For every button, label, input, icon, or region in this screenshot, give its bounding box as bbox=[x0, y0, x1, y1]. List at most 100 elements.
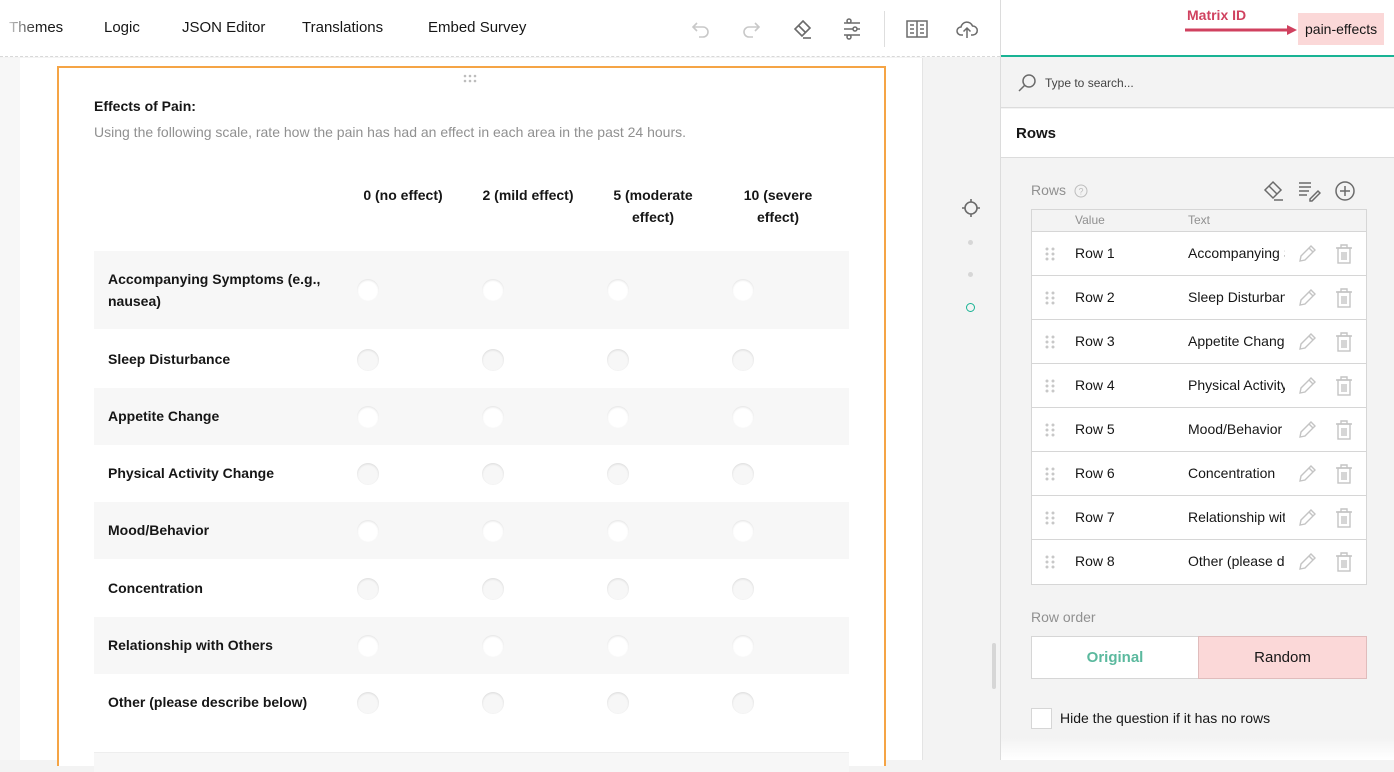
nav-dot-current[interactable] bbox=[966, 303, 975, 312]
row-text[interactable]: Mood/Behavior bbox=[1188, 421, 1285, 437]
radio-button[interactable] bbox=[732, 462, 754, 485]
search-input[interactable] bbox=[1045, 74, 1365, 92]
drag-handle-icon[interactable] bbox=[1044, 554, 1056, 570]
row-value[interactable]: Row 6 bbox=[1075, 465, 1115, 481]
radio-button[interactable] bbox=[357, 462, 379, 485]
delete-trash-icon[interactable] bbox=[1334, 331, 1354, 353]
hide-if-no-rows-checkbox[interactable] bbox=[1031, 708, 1052, 729]
row-value[interactable]: Row 5 bbox=[1075, 421, 1115, 437]
delete-trash-icon[interactable] bbox=[1334, 507, 1354, 529]
radio-button[interactable] bbox=[607, 577, 629, 600]
preview-button[interactable] bbox=[903, 15, 931, 43]
question-title[interactable]: Effects of Pain: bbox=[94, 98, 196, 114]
edit-rows-list-icon[interactable] bbox=[1297, 180, 1321, 202]
clear-button[interactable] bbox=[788, 15, 816, 43]
radio-button[interactable] bbox=[732, 279, 754, 301]
row-value[interactable]: Row 4 bbox=[1075, 377, 1115, 393]
rows-section-header[interactable]: Rows bbox=[1001, 109, 1394, 158]
radio-button[interactable] bbox=[357, 279, 379, 301]
radio-button[interactable] bbox=[607, 405, 629, 428]
row-value[interactable]: Row 2 bbox=[1075, 289, 1115, 305]
radio-button[interactable] bbox=[607, 462, 629, 485]
drag-handle-icon[interactable] bbox=[1044, 422, 1056, 438]
delete-trash-icon[interactable] bbox=[1334, 551, 1354, 573]
radio-button[interactable] bbox=[482, 634, 504, 657]
locate-crosshair-icon[interactable] bbox=[960, 197, 982, 219]
radio-button[interactable] bbox=[607, 279, 629, 301]
radio-button[interactable] bbox=[732, 519, 754, 542]
edit-pencil-icon[interactable] bbox=[1296, 331, 1318, 353]
row-text[interactable]: Relationship with Others bbox=[1188, 509, 1285, 525]
edit-pencil-icon[interactable] bbox=[1296, 507, 1318, 529]
question-description[interactable]: Using the following scale, rate how the … bbox=[94, 124, 686, 140]
delete-trash-icon[interactable] bbox=[1334, 287, 1354, 309]
radio-button[interactable] bbox=[607, 634, 629, 657]
tab-themes[interactable]: Themes bbox=[9, 19, 63, 36]
row-value[interactable]: Row 1 bbox=[1075, 245, 1115, 261]
radio-button[interactable] bbox=[482, 348, 504, 371]
drag-handle-icon[interactable] bbox=[1044, 378, 1056, 394]
row-order-random-button[interactable]: Random bbox=[1198, 636, 1367, 679]
row-text[interactable]: Appetite Change bbox=[1188, 333, 1285, 349]
row-value[interactable]: Row 3 bbox=[1075, 333, 1115, 349]
row-text[interactable]: Other (please describe below) bbox=[1188, 553, 1285, 569]
add-row-icon[interactable] bbox=[1333, 180, 1357, 202]
redo-button[interactable] bbox=[737, 15, 765, 43]
tab-translations[interactable]: Translations bbox=[302, 19, 383, 36]
row-text[interactable]: Physical Activity Change bbox=[1188, 377, 1285, 393]
settings-button[interactable] bbox=[838, 15, 866, 43]
delete-trash-icon[interactable] bbox=[1334, 419, 1354, 441]
radio-button[interactable] bbox=[607, 519, 629, 542]
radio-button[interactable] bbox=[482, 691, 504, 714]
radio-button[interactable] bbox=[482, 279, 504, 301]
edit-pencil-icon[interactable] bbox=[1296, 287, 1318, 309]
save-button[interactable] bbox=[953, 15, 981, 43]
drag-handle-icon[interactable] bbox=[462, 74, 478, 84]
drag-handle-icon[interactable] bbox=[1044, 334, 1056, 350]
row-text[interactable]: Sleep Disturbance bbox=[1188, 289, 1285, 305]
row-text[interactable]: Accompanying Symptoms (e.g., nausea) bbox=[1188, 245, 1285, 261]
tab-logic[interactable]: Logic bbox=[104, 19, 140, 36]
edit-pencil-icon[interactable] bbox=[1296, 419, 1318, 441]
radio-button[interactable] bbox=[607, 348, 629, 371]
drag-handle-icon[interactable] bbox=[1044, 510, 1056, 526]
radio-button[interactable] bbox=[482, 405, 504, 428]
drag-handle-icon[interactable] bbox=[1044, 246, 1056, 262]
radio-button[interactable] bbox=[357, 577, 379, 600]
help-icon[interactable]: ? bbox=[1074, 184, 1088, 198]
row-value[interactable]: Row 8 bbox=[1075, 553, 1115, 569]
radio-button[interactable] bbox=[607, 691, 629, 714]
radio-button[interactable] bbox=[732, 348, 754, 371]
row-value[interactable]: Row 7 bbox=[1075, 509, 1115, 525]
drag-handle-icon[interactable] bbox=[1044, 290, 1056, 306]
drag-handle-icon[interactable] bbox=[1044, 466, 1056, 482]
delete-trash-icon[interactable] bbox=[1334, 243, 1354, 265]
canvas-scrollbar[interactable] bbox=[992, 643, 996, 689]
radio-button[interactable] bbox=[482, 577, 504, 600]
undo-button[interactable] bbox=[687, 15, 715, 43]
radio-button[interactable] bbox=[732, 577, 754, 600]
nav-dot[interactable] bbox=[968, 240, 973, 245]
row-order-original-button[interactable]: Original bbox=[1031, 636, 1199, 679]
delete-trash-icon[interactable] bbox=[1334, 375, 1354, 397]
nav-dot[interactable] bbox=[968, 272, 973, 277]
matrix-question[interactable]: Effects of Pain: Using the following sca… bbox=[57, 66, 886, 772]
edit-pencil-icon[interactable] bbox=[1296, 551, 1318, 573]
radio-button[interactable] bbox=[357, 348, 379, 371]
radio-button[interactable] bbox=[732, 634, 754, 657]
radio-button[interactable] bbox=[482, 462, 504, 485]
tab-embed-survey[interactable]: Embed Survey bbox=[428, 19, 526, 36]
row-text[interactable]: Concentration bbox=[1188, 465, 1285, 481]
edit-pencil-icon[interactable] bbox=[1296, 375, 1318, 397]
edit-pencil-icon[interactable] bbox=[1296, 243, 1318, 265]
radio-button[interactable] bbox=[357, 634, 379, 657]
radio-button[interactable] bbox=[732, 691, 754, 714]
radio-button[interactable] bbox=[357, 405, 379, 428]
clear-rows-eraser-icon[interactable] bbox=[1261, 180, 1285, 202]
tab-json-editor[interactable]: JSON Editor bbox=[182, 19, 265, 36]
radio-button[interactable] bbox=[357, 691, 379, 714]
delete-trash-icon[interactable] bbox=[1334, 463, 1354, 485]
radio-button[interactable] bbox=[732, 405, 754, 428]
radio-button[interactable] bbox=[482, 519, 504, 542]
edit-pencil-icon[interactable] bbox=[1296, 463, 1318, 485]
